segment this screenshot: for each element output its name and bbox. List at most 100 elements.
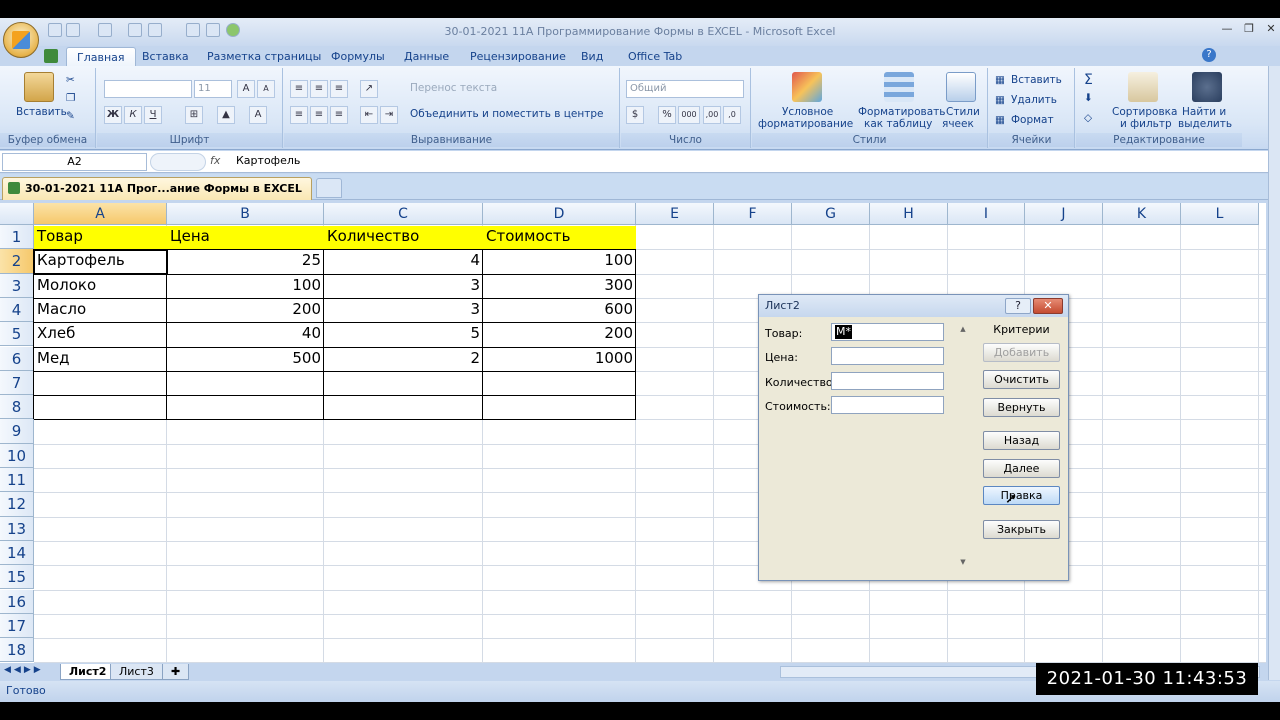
column-header-K[interactable]: K (1103, 203, 1181, 225)
worksheet-grid[interactable]: ABCDEFGHIJKL 1 2 3 4 5 6 7 8 9 10 11 12 13 14 15 16 17 18… (0, 203, 1266, 663)
dialog-close-button[interactable]: ✕ (1033, 298, 1063, 314)
minimize-button[interactable]: — (1216, 21, 1238, 37)
sort-filter-icon[interactable] (1128, 72, 1158, 102)
delete-cells-button[interactable]: Удалить (1011, 94, 1057, 106)
sheet-tab-list2[interactable]: Лист2 (60, 664, 116, 680)
row-header-16[interactable]: 16 (0, 589, 34, 614)
sort-filter-button[interactable]: Сортировка (1112, 106, 1177, 118)
cell-D6[interactable]: 1000 (483, 347, 636, 371)
merge-center-button[interactable]: Объединить и поместить в центре (410, 108, 603, 120)
close-button[interactable]: ✕ (1260, 21, 1280, 37)
autosum-button[interactable]: Σ (1084, 72, 1093, 88)
row-header-8[interactable]: 8 (0, 395, 34, 420)
cell-C2[interactable]: 4 (324, 249, 483, 273)
field-input-product[interactable]: М* (831, 323, 944, 341)
row-header-2[interactable]: 2 (0, 249, 34, 274)
cell-styles-icon[interactable] (946, 72, 976, 102)
thousands-button[interactable]: 000 (678, 106, 700, 124)
column-header-B[interactable]: B (167, 203, 324, 225)
cell-styles-button[interactable]: Стили (946, 106, 980, 118)
row-header-13[interactable]: 13 (0, 516, 34, 541)
format-as-table-button[interactable]: Форматировать (858, 106, 945, 118)
active-cell-A2[interactable] (33, 249, 168, 275)
insert-sheet-icon[interactable]: ✚ (162, 664, 190, 680)
conditional-format-button[interactable]: Условное (782, 106, 833, 118)
increase-decimal-button[interactable]: ,00 (703, 106, 721, 124)
find-select-icon[interactable] (1192, 72, 1222, 102)
field-input-price[interactable] (831, 347, 944, 365)
currency-icon[interactable]: $ (626, 106, 644, 124)
cell-A5[interactable]: Хлеб (34, 322, 167, 346)
row-header-18[interactable]: 18 (0, 638, 34, 663)
format-cells-icon[interactable]: ▦ (995, 114, 1005, 126)
tab-home[interactable]: Главная (66, 47, 136, 66)
row-header-4[interactable]: 4 (0, 297, 34, 323)
row-header-9[interactable]: 9 (0, 419, 34, 444)
column-header-H[interactable]: H (870, 203, 948, 225)
edit-button[interactable]: Правка (983, 486, 1060, 505)
borders-button[interactable]: ⊞ (185, 106, 203, 124)
increase-indent-icon[interactable]: ⇥ (380, 106, 398, 124)
cell-C6[interactable]: 2 (324, 347, 483, 371)
cell-A1[interactable]: Товар (34, 225, 167, 249)
tab-data[interactable]: Данные (394, 47, 459, 66)
close-dialog-button[interactable]: Закрыть (983, 520, 1060, 539)
tab-page-layout[interactable]: Разметка страницы (197, 47, 331, 66)
cell-D4[interactable]: 600 (483, 298, 636, 322)
row-header-1[interactable]: 1 (0, 225, 34, 250)
add-button[interactable]: Добавить (983, 343, 1060, 362)
restore-record-button[interactable]: Вернуть (983, 398, 1060, 417)
cut-icon[interactable]: ✂ (66, 74, 75, 86)
conditional-format-icon[interactable] (792, 72, 822, 102)
bold-button[interactable]: Ж (104, 106, 122, 124)
cell-A6[interactable]: Мед (34, 347, 167, 371)
cell-B3[interactable]: 100 (167, 274, 324, 298)
column-header-I[interactable]: I (948, 203, 1025, 225)
cell-D3[interactable]: 300 (483, 274, 636, 298)
sheet-nav-arrows-icon[interactable]: ◀◀▶▶ (4, 665, 44, 675)
delete-cells-icon[interactable]: ▦ (995, 94, 1005, 106)
decrease-decimal-button[interactable]: ,0 (723, 106, 741, 124)
cell-B5[interactable]: 40 (167, 322, 324, 346)
cell-D5[interactable]: 200 (483, 322, 636, 346)
name-box[interactable]: A2 (2, 153, 147, 171)
workbook-tab[interactable]: 30-01-2021 11А Прог...ание Формы в EXCEL… (2, 177, 312, 216)
fill-icon[interactable]: ⬇ (1084, 92, 1093, 104)
cell-B1[interactable]: Цена (167, 225, 324, 249)
tab-view[interactable]: Вид (571, 47, 613, 66)
cell-B6[interactable]: 500 (167, 347, 324, 371)
cell-A4[interactable]: Масло (34, 298, 167, 322)
cell-D1[interactable]: Стоимость (483, 225, 636, 249)
insert-function-icon[interactable]: fx (210, 154, 220, 167)
column-header-J[interactable]: J (1025, 203, 1103, 225)
select-all-corner[interactable] (0, 203, 34, 225)
help-icon[interactable]: ? (1202, 48, 1216, 62)
row-header-3[interactable]: 3 (0, 273, 34, 298)
scroll-down-icon[interactable]: ▼ (957, 558, 969, 566)
column-header-L[interactable]: L (1181, 203, 1259, 225)
vertical-scrollbar[interactable] (1268, 66, 1280, 680)
format-as-table-icon[interactable] (884, 72, 914, 102)
row-header-6[interactable]: 6 (0, 346, 34, 371)
format-as-table-button-2[interactable]: как таблицу (864, 118, 932, 130)
tab-office-tab[interactable]: Office Tab (618, 47, 692, 66)
row-header-14[interactable]: 14 (0, 540, 34, 566)
clear-icon[interactable]: ◇ (1084, 112, 1092, 124)
shrink-font-button[interactable]: A (257, 80, 275, 98)
align-center-icon[interactable]: ≡ (310, 106, 328, 124)
cell-C5[interactable]: 5 (324, 322, 483, 346)
formula-content[interactable]: Картофель (236, 154, 300, 167)
column-header-G[interactable]: G (792, 203, 870, 225)
cell-C1[interactable]: Количество (324, 225, 483, 249)
conditional-format-button-2[interactable]: форматирование (758, 118, 853, 130)
number-format-combo[interactable]: Общий (626, 80, 744, 98)
row-header-10[interactable]: 10 (0, 443, 34, 468)
grow-font-button[interactable]: A (237, 80, 255, 98)
tab-formulas[interactable]: Формулы (321, 47, 395, 66)
find-select-button-2[interactable]: выделить (1178, 118, 1232, 130)
cell-B2[interactable]: 25 (167, 249, 324, 273)
align-right-icon[interactable]: ≡ (330, 106, 348, 124)
column-header-A[interactable]: A (34, 203, 167, 225)
align-bottom-icon[interactable]: ≡ (330, 80, 348, 98)
align-middle-icon[interactable]: ≡ (310, 80, 328, 98)
